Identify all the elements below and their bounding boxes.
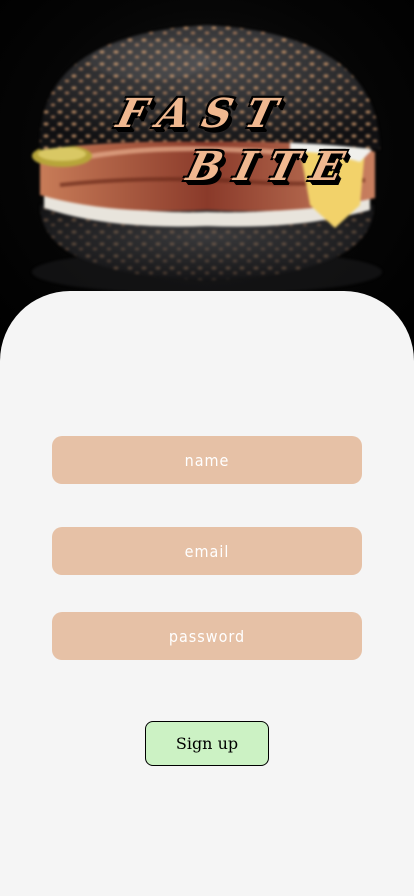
- logo-word-bite: Bite: [182, 143, 363, 190]
- signup-button[interactable]: Sign up: [145, 721, 269, 766]
- password-input[interactable]: [52, 612, 362, 660]
- name-input[interactable]: [52, 436, 362, 484]
- app-logo: Fast Bite: [0, 0, 414, 200]
- logo-word-fast: Fast: [112, 90, 296, 137]
- email-input[interactable]: [52, 527, 362, 575]
- signup-screen: Fast Bite Sign up: [0, 0, 414, 896]
- signup-form-card: Sign up: [0, 291, 414, 896]
